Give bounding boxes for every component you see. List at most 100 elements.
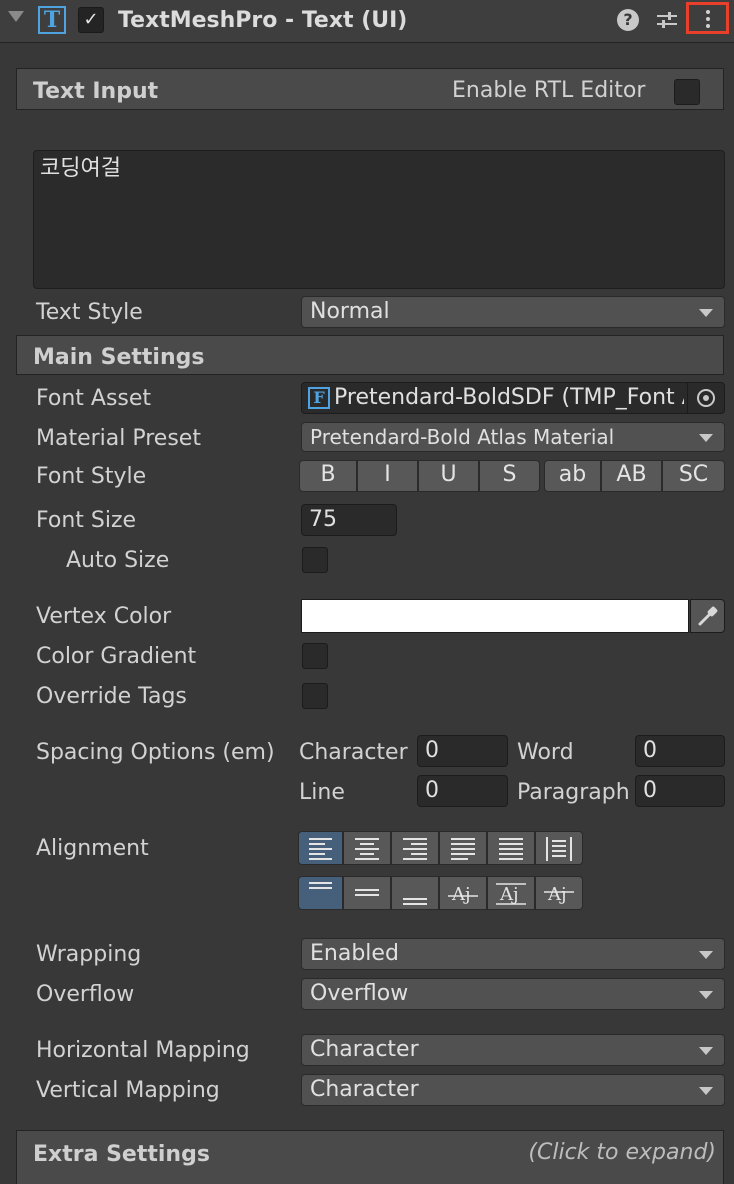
font-asset-icon: F <box>308 387 330 409</box>
align-right-button[interactable] <box>391 831 439 865</box>
font-style-lowercase-button[interactable]: ab <box>544 460 601 492</box>
presets-icon[interactable] <box>655 8 679 32</box>
wrapping-dropdown[interactable]: Enabled <box>301 938 725 970</box>
align-top-icon <box>309 882 332 889</box>
chevron-down-icon <box>699 1047 713 1055</box>
font-size-field[interactable]: 75 <box>301 504 397 536</box>
svg-text:Aj: Aj <box>451 884 471 905</box>
align-middle-button[interactable] <box>343 876 391 910</box>
vertical-mapping-value: Character <box>310 1077 419 1102</box>
overflow-dropdown[interactable]: Overflow <box>301 978 725 1010</box>
align-baseline-icon: Aj <box>448 884 478 905</box>
align-justified-button[interactable] <box>439 831 487 865</box>
extra-settings-expand-hint: (Click to expand) <box>528 1140 716 1165</box>
horizontal-mapping-value: Character <box>310 1037 419 1062</box>
font-asset-field[interactable]: F Pretendard-BoldSDF (TMP_Font Asset) <box>301 382 725 414</box>
auto-size-label: Auto Size <box>66 548 170 573</box>
chevron-down-icon <box>699 434 713 442</box>
material-preset-label: Material Preset <box>36 426 201 451</box>
extra-settings-section-header[interactable]: Extra Settings (Click to expand) <box>16 1130 724 1184</box>
align-left-button[interactable] <box>298 831 343 865</box>
font-style-label: Font Style <box>36 464 147 489</box>
text-input-area[interactable]: 코딩여걸 <box>33 150 725 289</box>
more-icon-dot <box>706 17 710 21</box>
context-menu-button[interactable] <box>686 2 729 34</box>
character-spacing-field[interactable]: 0 <box>417 735 508 767</box>
vertical-mapping-dropdown[interactable]: Character <box>301 1074 725 1106</box>
chevron-down-icon <box>699 951 713 959</box>
text-style-value: Normal <box>310 299 390 324</box>
eyedropper-icon <box>698 606 718 626</box>
word-spacing-field[interactable]: 0 <box>635 735 725 767</box>
font-asset-value: Pretendard-BoldSDF (TMP_Font Asset) <box>334 385 684 410</box>
auto-size-checkbox[interactable] <box>302 547 328 573</box>
font-asset-label: Font Asset <box>36 386 152 411</box>
align-baseline-button[interactable]: Aj <box>439 876 487 910</box>
svg-text:Aj: Aj <box>499 884 519 905</box>
align-left-icon <box>309 838 332 860</box>
line-spacing-field[interactable]: 0 <box>417 775 508 807</box>
main-settings-section-header: Main Settings <box>16 335 724 375</box>
paragraph-spacing-label: Paragraph <box>517 780 630 805</box>
textmeshpro-icon: T <box>38 6 66 34</box>
svg-text:Aj: Aj <box>547 884 567 905</box>
align-center-button[interactable] <box>343 831 391 865</box>
horizontal-mapping-dropdown[interactable]: Character <box>301 1034 725 1066</box>
overflow-value: Overflow <box>310 981 409 1006</box>
component-enabled-checkbox[interactable]: ✓ <box>78 7 104 33</box>
object-picker-icon-dot <box>703 395 709 401</box>
rtl-editor-checkbox[interactable] <box>674 79 700 105</box>
component-title: TextMeshPro - Text (UI) <box>118 8 408 33</box>
foldout-arrow-icon[interactable] <box>8 11 24 22</box>
help-icon[interactable]: ? <box>617 9 639 31</box>
material-preset-value: Pretendard-Bold Atlas Material <box>310 425 615 449</box>
align-capline-button[interactable]: Aj <box>535 876 583 910</box>
align-midline-icon: Aj <box>496 883 526 905</box>
wrapping-value: Enabled <box>310 941 399 966</box>
object-picker-button[interactable] <box>687 383 724 413</box>
line-spacing-label: Line <box>299 780 345 805</box>
align-top-button[interactable] <box>298 876 343 910</box>
extra-settings-section-title: Extra Settings <box>33 1142 210 1167</box>
font-style-uppercase-button[interactable]: AB <box>601 460 662 492</box>
align-middle-icon <box>355 889 379 896</box>
character-spacing-label: Character <box>299 740 408 765</box>
text-input-section-title: Text Input <box>33 79 159 104</box>
rtl-editor-label: Enable RTL Editor <box>452 78 646 103</box>
vertex-color-field[interactable] <box>301 599 689 633</box>
align-right-icon <box>403 838 427 860</box>
align-flush-icon <box>499 838 523 860</box>
align-flush-button[interactable] <box>487 831 535 865</box>
override-tags-checkbox[interactable] <box>302 683 328 709</box>
horizontal-mapping-label: Horizontal Mapping <box>36 1038 250 1063</box>
chevron-down-icon <box>699 1087 713 1095</box>
font-style-underline-button[interactable]: U <box>418 460 479 492</box>
text-style-label: Text Style <box>36 300 143 325</box>
align-center-icon <box>355 838 379 860</box>
main-settings-section-title: Main Settings <box>33 345 205 370</box>
more-icon <box>706 10 710 14</box>
font-style-strikethrough-button[interactable]: S <box>479 460 540 492</box>
override-tags-label: Override Tags <box>36 684 187 709</box>
more-icon-dot <box>706 24 710 28</box>
align-geometry-center-button[interactable] <box>535 831 583 865</box>
color-gradient-checkbox[interactable] <box>302 643 328 669</box>
text-style-dropdown[interactable]: Normal <box>301 296 725 328</box>
font-size-label: Font Size <box>36 508 137 533</box>
align-bottom-icon <box>403 898 427 905</box>
font-style-bold-button[interactable]: B <box>299 460 357 492</box>
align-justified-icon <box>451 838 475 860</box>
eyedropper-button[interactable] <box>690 599 725 633</box>
overflow-label: Overflow <box>36 982 135 1007</box>
font-style-smallcaps-button[interactable]: SC <box>662 460 725 492</box>
font-style-italic-button[interactable]: I <box>357 460 418 492</box>
align-bottom-button[interactable] <box>391 876 439 910</box>
color-gradient-label: Color Gradient <box>36 644 197 669</box>
align-capline-icon: Aj <box>544 884 574 905</box>
material-preset-dropdown[interactable]: Pretendard-Bold Atlas Material <box>301 422 725 452</box>
vertex-color-label: Vertex Color <box>36 604 172 629</box>
align-midline-button[interactable]: Aj <box>487 876 535 910</box>
paragraph-spacing-field[interactable]: 0 <box>635 775 725 807</box>
vertical-mapping-label: Vertical Mapping <box>36 1078 220 1103</box>
spacing-options-label: Spacing Options (em) <box>36 740 275 765</box>
